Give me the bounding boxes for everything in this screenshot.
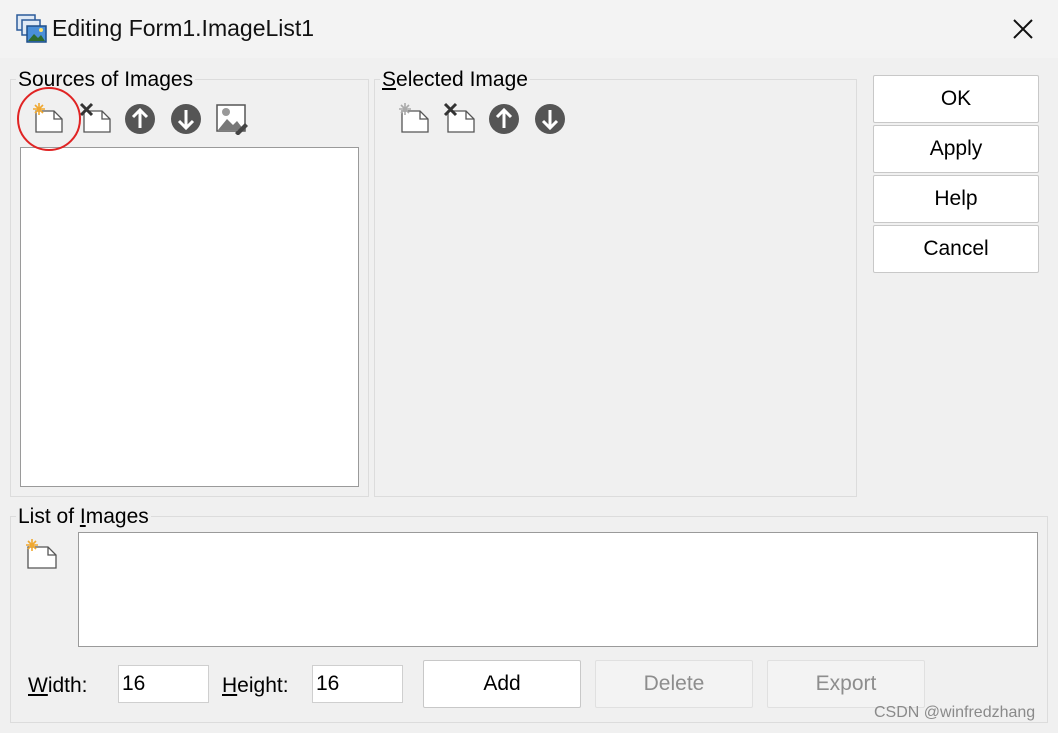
apply-button[interactable]: Apply bbox=[873, 125, 1039, 173]
close-button[interactable] bbox=[1000, 8, 1046, 50]
move-down-source-icon[interactable] bbox=[169, 101, 203, 135]
cancel-button[interactable]: Cancel bbox=[873, 225, 1039, 273]
window-title: Editing Form1.ImageList1 bbox=[52, 15, 315, 41]
sources-listbox[interactable] bbox=[20, 147, 359, 487]
watermark: CSDN @winfredzhang bbox=[874, 704, 1036, 721]
move-up-source-icon[interactable] bbox=[123, 101, 157, 135]
new-selected-icon[interactable] bbox=[396, 101, 430, 135]
sources-label: Sources of Images bbox=[16, 68, 196, 92]
list-of-images-label: List of Images bbox=[16, 505, 151, 529]
new-image-icon[interactable] bbox=[24, 537, 58, 571]
ok-button[interactable]: OK bbox=[873, 75, 1039, 123]
add-button[interactable]: Add bbox=[423, 660, 581, 708]
help-button[interactable]: Help bbox=[873, 175, 1039, 223]
width-input[interactable] bbox=[118, 665, 209, 703]
close-icon bbox=[1013, 19, 1033, 39]
delete-source-icon[interactable] bbox=[78, 101, 112, 135]
imagelist-app-icon bbox=[16, 14, 47, 43]
title-bar: Editing Form1.ImageList1 bbox=[0, 0, 1058, 58]
width-label: Width: bbox=[28, 674, 88, 697]
move-down-selected-icon[interactable] bbox=[533, 101, 567, 135]
edit-image-icon[interactable] bbox=[215, 101, 249, 135]
height-label: Height: bbox=[222, 674, 289, 697]
height-input[interactable] bbox=[312, 665, 403, 703]
selected-image-label: Selected Image bbox=[380, 68, 530, 92]
delete-button[interactable]: Delete bbox=[595, 660, 753, 708]
images-listbox[interactable] bbox=[78, 532, 1038, 647]
move-up-selected-icon[interactable] bbox=[487, 101, 521, 135]
selected-image-group bbox=[374, 79, 857, 497]
new-source-icon[interactable] bbox=[30, 101, 64, 135]
export-button[interactable]: Export bbox=[767, 660, 925, 708]
delete-selected-icon[interactable] bbox=[442, 101, 476, 135]
